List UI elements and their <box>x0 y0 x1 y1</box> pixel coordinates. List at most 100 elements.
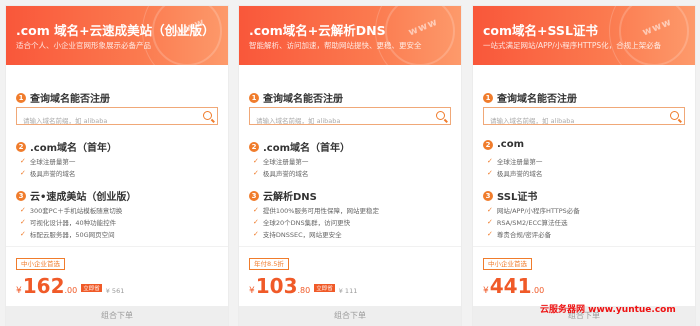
card-subtitle: 一站式满足网站/APP/小程序HTTPS化，合规上架必备 <box>483 41 662 50</box>
step-label: .com域名（首年） <box>263 143 351 154</box>
step-number-1-icon: 1 <box>16 92 26 103</box>
product-card-1: www .com 域名+云速成美站（创业版） 适合个人、小企业官网形象展示必备产… <box>5 5 229 326</box>
check-icon: ✓ <box>253 218 259 226</box>
feature-item: ✓ 极具声誉的域名 <box>487 168 542 178</box>
site-watermark: 云服务器网 www.yuntue.com <box>540 305 676 315</box>
savings-tag: 立即省 <box>81 284 102 292</box>
card-title: com域名+SSL证书 <box>483 23 598 38</box>
check-icon: ✓ <box>20 230 26 238</box>
step-label: .com域名（首年） <box>30 143 118 154</box>
feature-item: ✓ 全球20个DNS集群，访问更快 <box>253 217 350 227</box>
divider <box>473 246 695 247</box>
step-number-2-icon: 2 <box>16 141 26 152</box>
feature-text: 标配云服务器，50G网页空间 <box>29 231 115 239</box>
card-header: www com域名+SSL证书 一站式满足网站/APP/小程序HTTPS化，合规… <box>473 6 695 65</box>
original-price: ¥ 111 <box>338 287 358 295</box>
step-label: 查询域名能否注册 <box>497 94 577 105</box>
feature-text: 网站/APP/小程序HTTPS必备 <box>496 207 580 215</box>
step-3-heading: 3 云•速成美站（创业版） <box>16 188 136 203</box>
search-icon[interactable] <box>670 111 679 120</box>
feature-item: ✓ 300套PC＋手机站模板随意切换 <box>20 205 122 215</box>
domain-search-field[interactable] <box>249 107 451 129</box>
product-cards-row: www .com 域名+云速成美站（创业版） 适合个人、小企业官网形象展示必备产… <box>0 0 700 326</box>
card-title: .com域名+云解析DNS <box>249 23 386 38</box>
step-2-heading: 2 .com域名（首年） <box>249 139 350 154</box>
card-header: www .com 域名+云速成美站（创业版） 适合个人、小企业官网形象展示必备产… <box>6 6 228 65</box>
step-label: SSL证书 <box>497 192 538 203</box>
check-icon: ✓ <box>20 157 26 165</box>
domain-search-input[interactable] <box>250 113 430 129</box>
card-subtitle: 智能解析、访问加速，帮助网站提快、更稳、更安全 <box>249 41 422 50</box>
price: ¥ 103 .80 立即省 ¥ 111 <box>249 274 357 298</box>
feature-text: 极具声誉的域名 <box>29 170 76 178</box>
savings-tag: 立即省 <box>314 284 335 292</box>
feature-text: 全球注册量第一 <box>29 158 76 166</box>
price-currency: ¥ <box>483 286 489 296</box>
step-label: 云解析DNS <box>263 192 317 203</box>
price-amount: 103 <box>255 274 298 298</box>
price-amount: 162 <box>22 274 65 298</box>
step-1-heading: 1 查询域名能否注册 <box>249 90 343 105</box>
step-label: .com <box>497 139 525 150</box>
step-3-heading: 3 云解析DNS <box>249 188 317 203</box>
feature-text: 可视化设计器，40种功能控件 <box>29 219 117 227</box>
step-number-1-icon: 1 <box>483 92 493 103</box>
order-button[interactable]: 组合下单 <box>6 306 228 326</box>
card-subtitle: 适合个人、小企业官网形象展示必备产品 <box>16 41 151 50</box>
feature-item: ✓ 极具声誉的域名 <box>253 168 308 178</box>
step-number-2-icon: 2 <box>483 139 493 150</box>
step-label: 查询域名能否注册 <box>30 94 110 105</box>
product-card-2: www .com域名+云解析DNS 智能解析、访问加速，帮助网站提快、更稳、更安… <box>238 5 462 326</box>
check-icon: ✓ <box>487 157 493 165</box>
product-card-3: www com域名+SSL证书 一站式满足网站/APP/小程序HTTPS化，合规… <box>472 5 696 326</box>
check-icon: ✓ <box>487 169 493 177</box>
divider <box>239 246 461 247</box>
feature-item: ✓ 提供100%服务可用性保障，网站更稳定 <box>253 205 379 215</box>
price-decimal: .00 <box>531 286 545 295</box>
check-icon: ✓ <box>253 169 259 177</box>
feature-item: ✓ 极具声誉的域名 <box>20 168 75 178</box>
feature-text: RSA/SM2/ECC算法任选 <box>496 219 568 227</box>
feature-text: 全球20个DNS集群，访问更快 <box>262 219 351 227</box>
price-decimal: .80 <box>297 286 311 295</box>
price-amount: 441 <box>489 274 532 298</box>
search-icon[interactable] <box>436 111 445 120</box>
feature-text: 全球注册量第一 <box>496 158 543 166</box>
domain-search-input[interactable] <box>484 113 664 129</box>
check-icon: ✓ <box>20 206 26 214</box>
card-title: .com 域名+云速成美站（创业版） <box>16 23 215 38</box>
card-header: www .com域名+云解析DNS 智能解析、访问加速，帮助网站提快、更稳、更安… <box>239 6 461 65</box>
feature-item: ✓ 支持DNSSEC，网站更安全 <box>253 229 342 239</box>
feature-text: 支持DNSSEC，网站更安全 <box>262 231 342 239</box>
feature-item: ✓ 全球注册量第一 <box>20 156 75 166</box>
feature-text: 极具声誉的域名 <box>496 170 543 178</box>
price-currency: ¥ <box>249 286 255 296</box>
domain-search-field[interactable] <box>483 107 685 129</box>
check-icon: ✓ <box>487 230 493 238</box>
order-button[interactable]: 组合下单 <box>239 306 461 326</box>
domain-search-input[interactable] <box>17 113 197 129</box>
step-label: 查询域名能否注册 <box>263 94 343 105</box>
search-icon[interactable] <box>203 111 212 120</box>
domain-search-field[interactable] <box>16 107 218 129</box>
check-icon: ✓ <box>253 206 259 214</box>
step-3-heading: 3 SSL证书 <box>483 188 537 203</box>
price-currency: ¥ <box>16 286 22 296</box>
feature-item: ✓ RSA/SM2/ECC算法任选 <box>487 217 568 227</box>
original-price: ¥ 561 <box>105 287 125 295</box>
step-number-3-icon: 3 <box>483 190 493 201</box>
feature-item: ✓ 尊贵合规/密评必备 <box>487 229 551 239</box>
promo-badge: 中小企业首选 <box>483 258 532 270</box>
feature-item: ✓ 标配云服务器，50G网页空间 <box>20 229 115 239</box>
step-number-3-icon: 3 <box>249 190 259 201</box>
step-1-heading: 1 查询域名能否注册 <box>483 90 577 105</box>
step-1-heading: 1 查询域名能否注册 <box>16 90 110 105</box>
check-icon: ✓ <box>487 218 493 226</box>
step-2-heading: 2 .com域名（首年） <box>16 139 117 154</box>
feature-text: 300套PC＋手机站模板随意切换 <box>29 207 123 215</box>
feature-item: ✓ 网站/APP/小程序HTTPS必备 <box>487 205 580 215</box>
feature-item: ✓ 全球注册量第一 <box>253 156 308 166</box>
check-icon: ✓ <box>253 230 259 238</box>
step-label: 云•速成美站（创业版） <box>30 192 137 203</box>
step-number-3-icon: 3 <box>16 190 26 201</box>
